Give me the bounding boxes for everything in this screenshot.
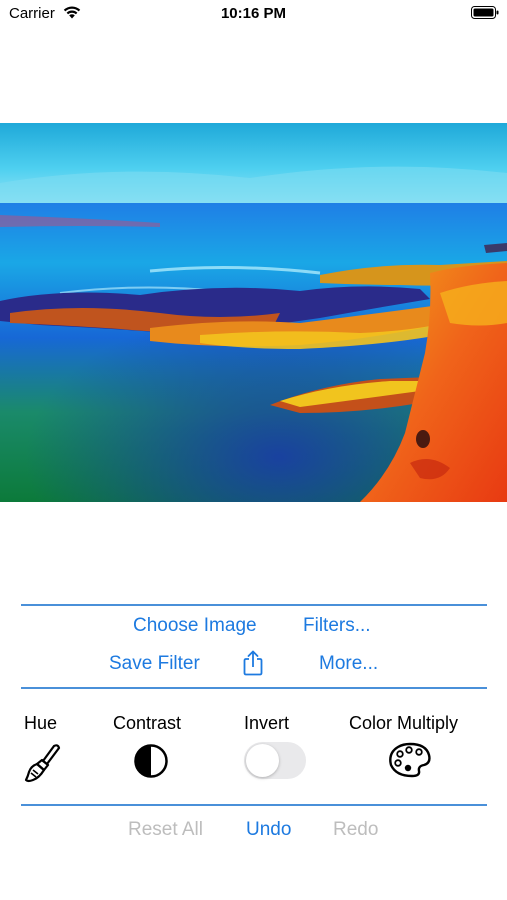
invert-toggle-knob	[246, 744, 279, 777]
status-bar: Carrier 10:16 PM	[0, 0, 507, 30]
redo-button[interactable]: Redo	[333, 819, 378, 841]
separator-top	[21, 604, 487, 606]
battery-icon	[471, 6, 499, 19]
invert-label: Invert	[244, 713, 290, 733]
photo-canvas	[0, 123, 507, 502]
contrast-label: Contrast	[113, 713, 182, 733]
contrast-circle-icon[interactable]	[133, 743, 169, 779]
hue-label: Hue	[24, 713, 58, 733]
invert-toggle[interactable]	[244, 742, 306, 779]
edited-photo	[0, 123, 507, 502]
status-time: 10:16 PM	[220, 5, 287, 22]
save-filter-button[interactable]: Save Filter	[109, 653, 200, 675]
palette-icon[interactable]	[388, 741, 432, 779]
paintbrush-icon[interactable]	[23, 742, 61, 784]
separator-bottom	[21, 804, 487, 806]
share-icon[interactable]	[242, 650, 264, 676]
reset-all-button[interactable]: Reset All	[128, 819, 203, 841]
choose-image-button[interactable]: Choose Image	[133, 615, 257, 637]
undo-button[interactable]: Undo	[246, 819, 291, 841]
separator-middle	[21, 687, 487, 689]
more-button[interactable]: More...	[319, 653, 378, 675]
filters-button[interactable]: Filters...	[303, 615, 371, 637]
color-multiply-label: Color Multiply	[349, 713, 459, 733]
